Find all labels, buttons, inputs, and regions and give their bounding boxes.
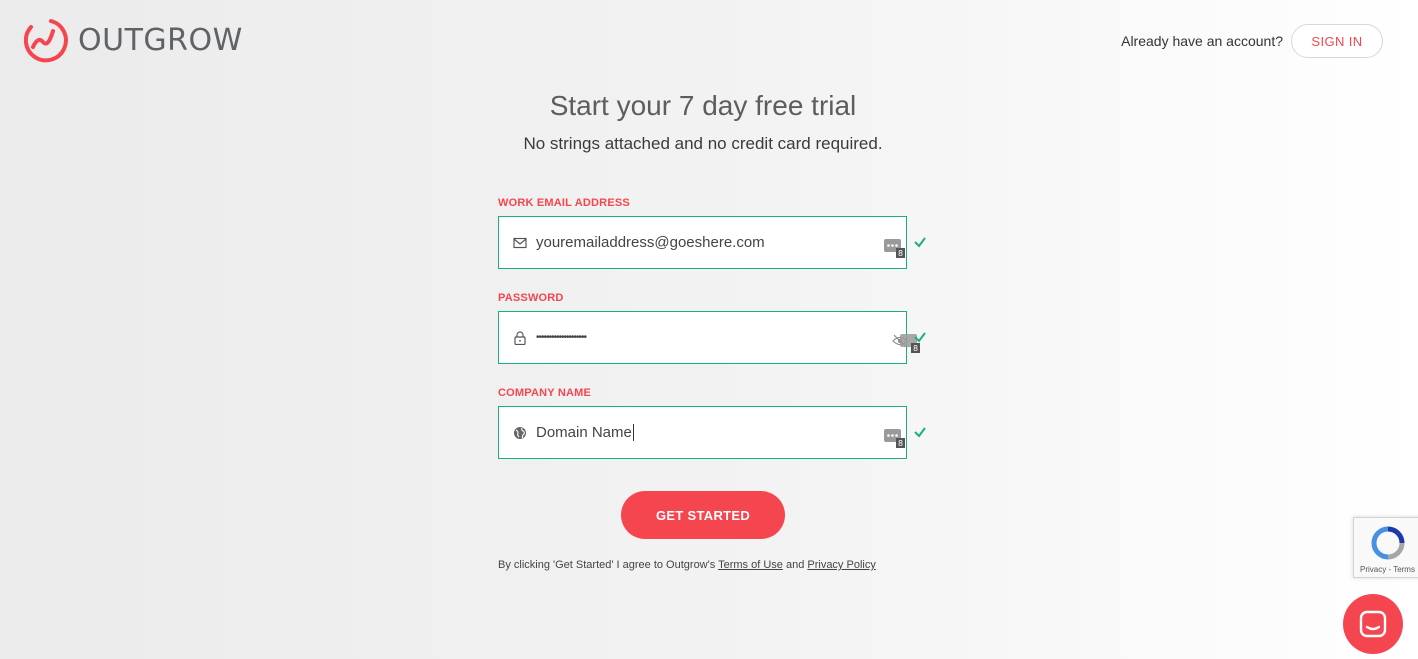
- get-started-button[interactable]: GET STARTED: [621, 491, 785, 539]
- password-label: PASSWORD: [498, 292, 564, 304]
- terms-notice: By clicking 'Get Started' I agree to Out…: [498, 559, 876, 571]
- account-area: Already have an account? SIGN IN: [1121, 24, 1383, 58]
- brand-logo[interactable]: OUTGROW: [22, 17, 243, 63]
- globe-icon: [512, 425, 528, 441]
- company-name-field[interactable]: Domain Name 8: [498, 406, 907, 459]
- outgrow-logo-icon: [23, 19, 68, 63]
- chat-icon: [1359, 610, 1387, 638]
- terms-prefix: By clicking 'Get Started' I agree to Out…: [498, 559, 716, 571]
- svg-text:8: 8: [913, 344, 918, 353]
- password-manager-icon[interactable]: 8: [884, 236, 906, 258]
- mail-icon: [512, 235, 528, 251]
- password-value: ••••••••••••••••••••: [536, 332, 587, 343]
- email-field[interactable]: youremailaddress@goeshere.com 8: [498, 216, 907, 269]
- svg-text:8: 8: [898, 249, 903, 258]
- svg-text:8: 8: [898, 439, 903, 448]
- page-subtitle: No strings attached and no credit card r…: [523, 134, 883, 153]
- company-value: Domain Name: [536, 423, 634, 442]
- recaptcha-icon: [1371, 526, 1405, 560]
- privacy-policy-link[interactable]: Privacy Policy: [807, 559, 875, 571]
- recaptcha-links[interactable]: Privacy - Terms: [1360, 565, 1415, 574]
- password-manager-icon[interactable]: 8: [884, 426, 906, 448]
- terms-and: and: [785, 559, 805, 571]
- brand-name: OUTGROW: [78, 22, 243, 58]
- recaptcha-badge[interactable]: Privacy - Terms: [1353, 517, 1418, 578]
- company-valid-check-icon: [914, 427, 926, 438]
- chat-launcher-button[interactable]: [1343, 594, 1403, 654]
- page-title: Start your 7 day free trial: [549, 90, 857, 121]
- email-valid-check-icon: [914, 237, 926, 248]
- show-password-eye-icon[interactable]: 8: [892, 331, 920, 353]
- text-caret: [632, 424, 634, 442]
- password-field[interactable]: •••••••••••••••••••• 8: [498, 311, 920, 364]
- company-label: COMPANY NAME: [498, 387, 592, 399]
- email-label: WORK EMAIL ADDRESS: [498, 197, 630, 209]
- password-valid-check-icon: [914, 332, 926, 343]
- lock-icon: [512, 330, 528, 346]
- signin-button[interactable]: SIGN IN: [1291, 24, 1383, 58]
- terms-of-use-link[interactable]: Terms of Use: [718, 559, 783, 571]
- email-value: youremailaddress@goeshere.com: [536, 234, 765, 251]
- account-question: Already have an account?: [1121, 33, 1283, 49]
